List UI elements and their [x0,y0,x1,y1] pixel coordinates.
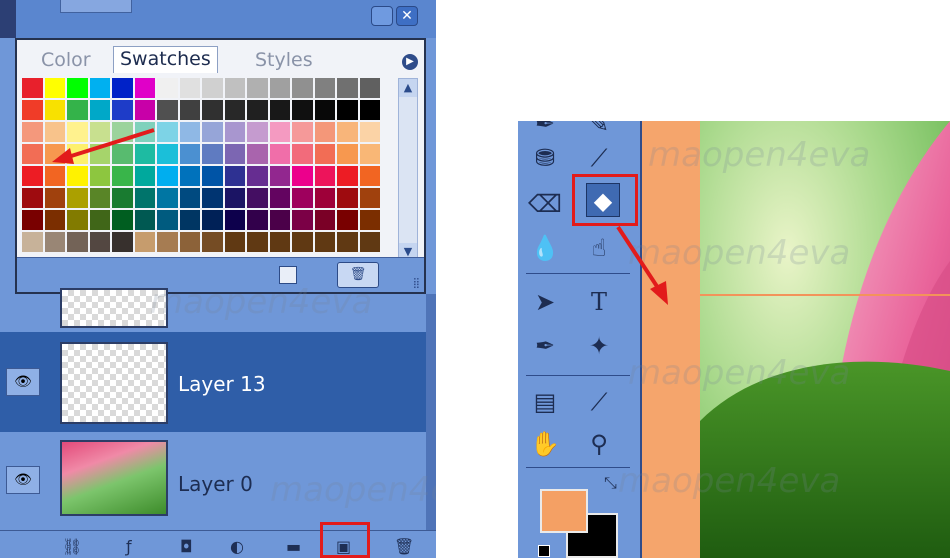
right-panel: ✒ ✎ ⛃ ⟋ ⌫ ◆ 💧 ☝ ➤ T ✒ ✦ ▤ ⟋ ✋ ⚲ ⤡ maopen… [518,121,950,558]
foreground-color-swatch[interactable] [540,489,588,533]
annotation-arrow [52,128,155,164]
left-panel: ✕ Color Swatches Styles ▶ ▲ ▼ 🗑 ⣿ 👁 Laye… [0,0,436,558]
